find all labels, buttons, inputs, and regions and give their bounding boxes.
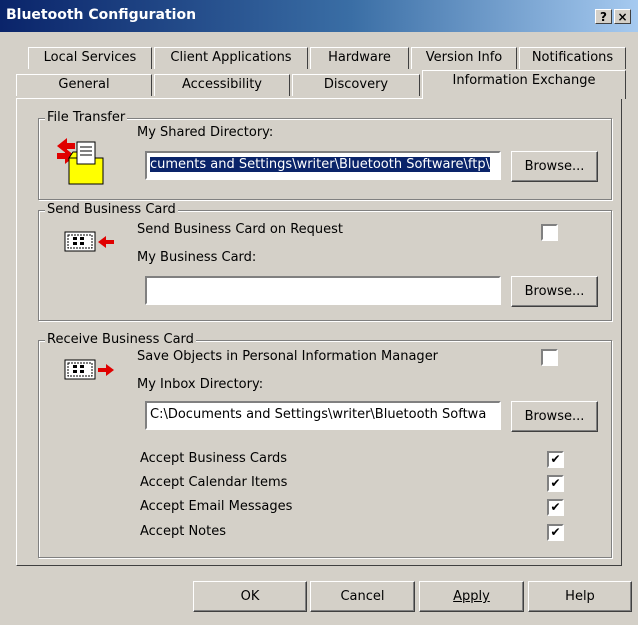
tab-version-info[interactable]: Version Info [411,47,517,69]
window-title: Bluetooth Configuration [6,7,197,23]
help-footer-button[interactable]: Help [528,581,632,612]
shared-directory-label: My Shared Directory: [137,125,274,140]
close-button[interactable]: × [614,9,631,24]
inbox-directory-label: My Inbox Directory: [137,377,264,392]
browse-inbox-directory-button[interactable]: Browse... [511,401,598,432]
tab-accessibility[interactable]: Accessibility [154,74,290,96]
accept-business-cards-checkbox[interactable]: ✔ [547,451,564,468]
inbox-directory-input[interactable]: C:\Documents and Settings\writer\Bluetoo… [145,401,501,430]
apply-button[interactable]: Apply [419,581,524,612]
browse-shared-directory-button[interactable]: Browse... [511,151,598,182]
tab-client-applications[interactable]: Client Applications [154,47,308,69]
accept-email-messages-checkbox[interactable]: ✔ [547,499,564,516]
save-pim-checkbox[interactable] [541,349,558,366]
tab-discovery[interactable]: Discovery [292,74,420,96]
accept-calendar-items-checkbox[interactable]: ✔ [547,475,564,492]
accept-notes-label: Accept Notes [140,524,226,539]
help-button[interactable]: ? [595,9,612,24]
accept-email-messages-label: Accept Email Messages [140,499,293,514]
receive-business-card-group-title: Receive Business Card [45,332,196,347]
my-business-card-input[interactable] [145,276,501,305]
title-bar[interactable]: Bluetooth Configuration ? × [0,0,638,32]
send-on-request-label: Send Business Card on Request [137,222,344,237]
tab-general[interactable]: General [16,74,152,96]
send-business-card-group-title: Send Business Card [45,202,178,217]
tab-information-exchange[interactable]: Information Exchange [422,70,626,99]
tab-notifications[interactable]: Notifications [519,47,626,69]
browse-business-card-button[interactable]: Browse... [511,276,598,307]
accept-notes-checkbox[interactable]: ✔ [547,524,564,541]
file-transfer-icon [57,138,104,185]
send-on-request-checkbox[interactable] [541,224,558,241]
shared-directory-input[interactable]: cuments and Settings\writer\Bluetooth So… [145,151,501,180]
save-pim-label: Save Objects in Personal Information Man… [137,349,439,364]
ok-button[interactable]: OK [193,581,307,612]
accept-calendar-items-label: Accept Calendar Items [140,475,288,490]
my-business-card-label: My Business Card: [137,250,257,265]
shared-directory-value: cuments and Settings\writer\Bluetooth So… [150,157,490,172]
tab-hardware[interactable]: Hardware [310,47,409,69]
tab-local-services[interactable]: Local Services [28,47,152,69]
bluetooth-configuration-dialog: Bluetooth Configuration ? × Local Servic… [0,0,638,625]
file-transfer-group-title: File Transfer [45,110,128,125]
receive-business-card-group: Receive Business Card [38,332,612,558]
send-business-card-icon [64,231,114,252]
accept-business-cards-label: Accept Business Cards [140,451,288,466]
cancel-button[interactable]: Cancel [310,581,415,612]
receive-business-card-icon [64,359,114,380]
